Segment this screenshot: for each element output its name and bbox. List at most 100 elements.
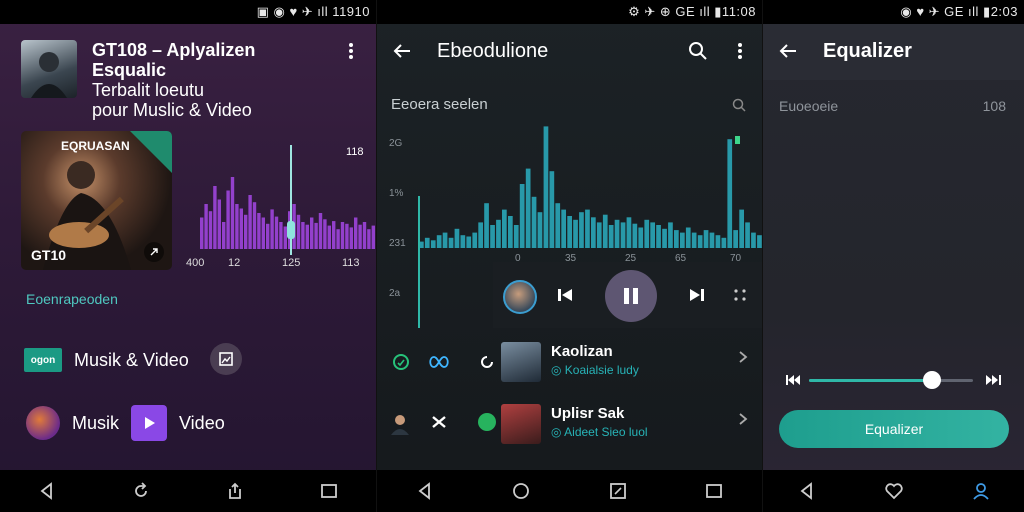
- edit-icon[interactable]: [604, 477, 632, 505]
- spectrum-bar: [490, 225, 495, 248]
- spectrum-bar: [591, 217, 596, 248]
- back-nav-icon[interactable]: [411, 477, 439, 505]
- search-icon[interactable]: [687, 40, 709, 62]
- row-badge: ogon: [24, 348, 62, 372]
- recent-apps-icon[interactable]: [315, 477, 343, 505]
- back-nav-icon[interactable]: [793, 477, 821, 505]
- spectrum-bar: [549, 171, 555, 248]
- music-row[interactable]: Musik: [26, 406, 119, 440]
- status-bar: ▣ ◉ ♥ ✈ ıll 11910: [0, 0, 376, 24]
- eq-bar: [230, 177, 235, 249]
- back-arrow-icon[interactable]: [777, 40, 799, 62]
- skip-next-icon[interactable]: [687, 285, 707, 305]
- list-item[interactable]: Kaolizan ◎ Koaialsie ludy: [377, 340, 762, 400]
- rewind-icon[interactable]: [785, 372, 801, 388]
- title-line-1: GT108 – Aplyalizen Esqualic: [92, 40, 256, 80]
- spectrum-bar: [697, 235, 703, 248]
- list-item-subtitle: ◎ Koaialsie ludy: [551, 363, 639, 377]
- eq-bar: [327, 225, 331, 249]
- spectrum-peak-marker: [735, 136, 740, 144]
- spectrum-bar: [531, 196, 537, 248]
- app-thumbnail[interactable]: [21, 40, 77, 98]
- recent-apps-icon[interactable]: [700, 477, 728, 505]
- music-avatar-icon: [26, 406, 60, 440]
- spectrum-bar: [424, 237, 430, 248]
- equalizer-visualizer[interactable]: 118 400 12 125 113: [186, 135, 376, 270]
- more-options-icon[interactable]: [733, 42, 747, 60]
- eq-bar: [239, 208, 243, 249]
- album-art[interactable]: EQRUASAN GT10: [21, 131, 172, 270]
- spectrum-bar: [614, 219, 620, 248]
- list-item[interactable]: Uplisr Sak ◎ Aideet Sieo luol: [377, 402, 762, 462]
- status-text: ▣ ◉ ♥ ✈ ıll 11910: [256, 4, 370, 19]
- chevron-right-icon: [739, 351, 748, 363]
- skip-previous-icon[interactable]: [555, 285, 575, 305]
- eq-bar: [261, 217, 265, 249]
- slider-thumb[interactable]: [923, 371, 941, 389]
- eq-tick-label: 125: [282, 257, 300, 269]
- status-bar: ⚙ ✈ ⊕ GE ıll ▮11:08: [377, 0, 762, 24]
- eq-bar: [367, 229, 371, 249]
- album-label: EQRUASAN: [61, 139, 130, 153]
- pause-button[interactable]: [605, 270, 657, 322]
- back-nav-icon[interactable]: [33, 477, 61, 505]
- spectrum-bar: [436, 235, 442, 248]
- chevron-right-icon: [739, 413, 748, 425]
- list-thumbnail: [501, 342, 541, 382]
- section-label: Eoenrapeoden: [26, 291, 118, 307]
- eq-bar: [235, 204, 239, 249]
- subheader: Eeoera seelen: [391, 96, 488, 113]
- more-options-icon[interactable]: [342, 42, 360, 60]
- image-icon[interactable]: [210, 343, 242, 375]
- list-thumbnail: [501, 404, 541, 444]
- eq-bar: [266, 223, 270, 249]
- spectrum-bar: [685, 227, 691, 248]
- eq-bar: [362, 222, 367, 249]
- spectrum-y-label: 2G: [389, 138, 403, 149]
- spectrum-bar: [680, 232, 685, 248]
- spectrum-bar: [691, 232, 697, 248]
- spectrum-bar: [567, 216, 572, 248]
- mini-player: [493, 262, 762, 328]
- spectrum-bar: [573, 219, 578, 248]
- fast-forward-icon[interactable]: [985, 372, 1003, 388]
- eq-bar: [274, 216, 279, 249]
- eq-bar: [301, 222, 305, 249]
- spectrum-bar: [733, 230, 738, 248]
- eq-bar: [340, 222, 345, 249]
- spectrum-bar: [508, 216, 513, 248]
- video-row[interactable]: Video: [131, 405, 225, 441]
- search-small-icon[interactable]: [731, 97, 747, 113]
- spectrum-bar: [656, 225, 661, 248]
- spectrum-y-label: 231: [389, 238, 406, 249]
- spectrum-bar: [715, 235, 721, 248]
- row-label-video: Video: [179, 412, 225, 433]
- album-play-icon[interactable]: [144, 242, 164, 262]
- spectrum-bar: [608, 225, 614, 248]
- home-nav-icon[interactable]: [507, 477, 535, 505]
- eq-cursor-handle[interactable]: [287, 221, 295, 239]
- spectrum-bar: [585, 209, 590, 248]
- rotate-icon[interactable]: [127, 477, 155, 505]
- spectrum-bar: [721, 237, 727, 248]
- grid-menu-icon[interactable]: [731, 286, 749, 304]
- back-arrow-icon[interactable]: [391, 40, 413, 62]
- share-icon[interactable]: [221, 477, 249, 505]
- row-label-music: Musik: [72, 412, 120, 433]
- panel-equalizer-settings: ◉ ♥ ✈ GE ıll ▮2:03 Equalizer Euoeoeie 10…: [762, 0, 1024, 512]
- equalizer-button[interactable]: Equalizer: [779, 410, 1009, 448]
- title-line-2: Terbalit loeutu: [92, 80, 205, 100]
- volume-slider[interactable]: [809, 371, 973, 389]
- artist-avatar[interactable]: [503, 280, 537, 314]
- spectrum-bar: [662, 228, 667, 248]
- spectrum-bar: [638, 227, 644, 248]
- spectrum-bar: [561, 209, 566, 248]
- profile-icon[interactable]: [967, 477, 995, 505]
- spectrum-bar: [650, 222, 655, 248]
- spectrum-bar: [502, 209, 507, 248]
- status-text: ◉ ♥ ✈ GE ıll ▮2:03: [900, 4, 1018, 19]
- eq-bar: [314, 222, 318, 249]
- panel-music-video-app: ▣ ◉ ♥ ✈ ıll 11910 GT108 – Aplyalizen Esq…: [0, 0, 376, 512]
- music-video-row[interactable]: ogon Musik & Video: [24, 348, 189, 372]
- heart-icon[interactable]: [880, 477, 908, 505]
